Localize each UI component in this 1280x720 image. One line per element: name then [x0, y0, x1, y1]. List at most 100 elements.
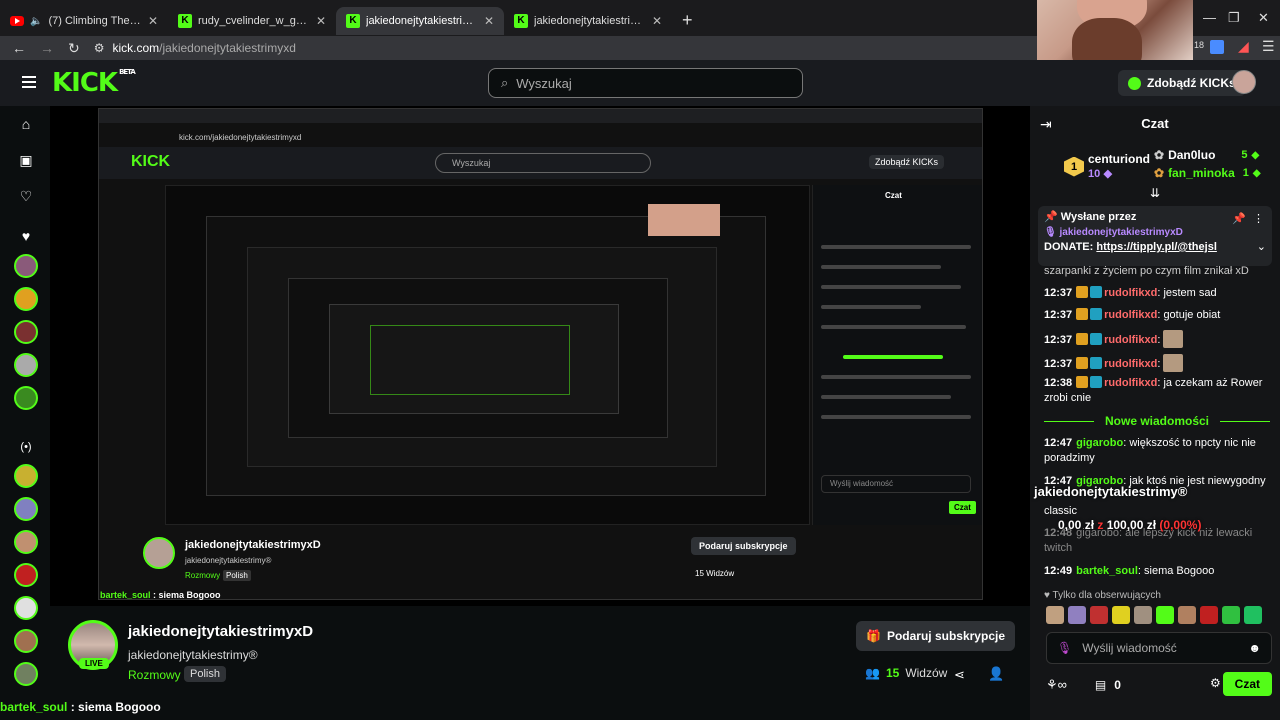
emote-button[interactable] [1112, 606, 1130, 624]
settings-icon[interactable]: ⚙ [1210, 676, 1221, 690]
back-icon[interactable]: ← [12, 40, 26, 56]
leader-name: Dan0luo [1168, 148, 1216, 162]
recommended-channel-avatar[interactable] [14, 530, 38, 554]
nested-chat-line [821, 245, 971, 249]
kicks-points-icon[interactable]: ⚘∞ [1046, 677, 1067, 693]
emote-button[interactable] [1068, 606, 1086, 624]
gift-label: Podaruj subskrypcje [886, 629, 1005, 643]
goal-amount: 0,00 zł [1058, 518, 1095, 532]
minimize-icon[interactable]: — [1203, 10, 1216, 25]
expand-leaderboard-icon[interactable]: ⇊ [1150, 186, 1160, 200]
nested-bottom-chat: bartek_soul : siema Bogooo [100, 590, 221, 600]
mic-icon[interactable]: 🎙 [1057, 641, 1072, 655]
msg-user[interactable]: rudolfikxd [1104, 377, 1157, 389]
get-kicks-button[interactable]: Zdobądź KICKs [1118, 70, 1246, 96]
url-field[interactable]: ⚙ kick.com/jakiedonejtytakiestrimyxd [94, 41, 296, 55]
recommended-channel-avatar[interactable] [14, 497, 38, 521]
nested-video-4 [288, 278, 668, 438]
search-input[interactable]: ⌕ Wyszukaj [488, 68, 803, 98]
browser-menu-icon[interactable]: ☰ [1262, 38, 1275, 55]
emote-button[interactable] [1134, 606, 1152, 624]
followed-channel-avatar[interactable] [14, 254, 38, 278]
streamer-name[interactable]: jakiedonejtytakiestrimyxD [128, 623, 313, 640]
recommended-channel-avatar[interactable] [14, 629, 38, 653]
speaker-icon[interactable]: 🔈 [30, 16, 42, 27]
pinned-link[interactable]: https://tipply.pl/@thejsl [1096, 241, 1217, 253]
recommended-channel-avatar[interactable] [14, 662, 38, 686]
gift-subscriptions-button[interactable]: 🎁 Podaruj subskrypcje [856, 621, 1015, 651]
chat-message-input[interactable]: 🎙 Wyślij wiadomość ☻ [1046, 632, 1272, 664]
emote-button[interactable] [1156, 606, 1174, 624]
close-icon[interactable]: ✕ [652, 14, 662, 28]
pinned-author-name: jakiedonejtytakiestrimyxD [1059, 227, 1183, 238]
user-avatar[interactable] [1232, 70, 1256, 94]
followed-channel-avatar[interactable] [14, 287, 38, 311]
forward-icon[interactable]: → [40, 40, 54, 56]
unpin-icon[interactable]: 📌 [1232, 212, 1246, 225]
hamburger-menu-icon[interactable] [22, 76, 36, 88]
category-link[interactable]: Rozmowy [128, 668, 181, 682]
close-icon[interactable]: ✕ [484, 14, 494, 28]
pin-icon: 📌 [1044, 211, 1058, 223]
site-info-icon[interactable]: ⚙ [94, 41, 105, 55]
emote-image [1163, 354, 1184, 372]
leader-value: 5 [1241, 149, 1248, 161]
emote-button[interactable] [1090, 606, 1108, 624]
reload-icon[interactable]: ↻ [68, 40, 80, 57]
live-badge: LIVE [79, 658, 109, 669]
close-icon[interactable]: ✕ [148, 14, 158, 28]
browser-tab-clips[interactable]: K jakiedonejtytakiestrimyxD Clips ✕ [504, 7, 672, 35]
close-window-icon[interactable]: ✕ [1258, 10, 1269, 26]
crown-badge-icon [1076, 376, 1089, 388]
nested-webcam [648, 204, 720, 236]
msg-user[interactable]: rudolfikxd [1104, 358, 1157, 370]
language-tag[interactable]: Polish [184, 666, 226, 682]
more-options-icon[interactable]: ⋮ [1253, 212, 1264, 225]
msg-time: 12:37 [1044, 334, 1073, 346]
browse-icon[interactable]: ▣ [18, 152, 34, 168]
gift-box-icon[interactable]: ▤ [1095, 678, 1106, 692]
recommended-channel-avatar[interactable] [14, 464, 38, 488]
collapse-chat-icon[interactable]: ⇥ [1040, 116, 1052, 133]
emote-button[interactable] [1046, 606, 1064, 624]
maximize-icon[interactable]: ❐ [1228, 10, 1240, 26]
send-chat-button[interactable]: Czat [1222, 672, 1272, 696]
stream-video[interactable]: kick.com/jakiedonejtytakiestrimyxd KICK … [50, 106, 1030, 606]
msg-user[interactable]: rudolfikxd [1104, 309, 1157, 321]
share-icon[interactable]: ⋖ [954, 667, 965, 683]
emoji-icon[interactable]: ☻ [1248, 641, 1261, 655]
home-icon[interactable]: ⌂ [18, 116, 34, 132]
kick-icon: K [178, 14, 192, 28]
emote-button[interactable] [1200, 606, 1218, 624]
msg-user[interactable]: gigarobo [1076, 437, 1123, 449]
extension-icon[interactable] [1210, 40, 1224, 54]
msg-user[interactable]: rudolfikxd [1104, 287, 1157, 299]
followed-channel-avatar[interactable] [14, 353, 38, 377]
msg-user[interactable]: bartek_soul [1076, 565, 1138, 577]
close-icon[interactable]: ✕ [316, 14, 326, 28]
viewer-count: 👥 15 Widzów [865, 666, 947, 680]
nested-bottom-user: bartek_soul [100, 590, 151, 600]
emote-button[interactable] [1244, 606, 1262, 624]
pinned-text: DONATE: https://tipply.pl/@thejsl [1044, 241, 1266, 253]
new-tab-icon[interactable]: + [672, 10, 703, 31]
msg-user[interactable]: rudolfikxd [1104, 334, 1157, 346]
browser-tab-stream[interactable]: K jakiedonejtytakiestrimyxD Strea ✕ [336, 7, 504, 35]
emote-button[interactable] [1178, 606, 1196, 624]
kick-logo[interactable]: KICK BETA [52, 68, 136, 98]
following-icon[interactable]: ♡ [18, 188, 34, 204]
recommended-channel-avatar[interactable] [14, 563, 38, 587]
extension-icon-2[interactable]: ◢ [1238, 38, 1249, 55]
follow-user-icon[interactable]: 👤 [988, 666, 1004, 682]
browser-tab-rudy[interactable]: K rudy_cvelinder_w_goglach - Wa ✕ [168, 7, 336, 35]
nested-chat-line [821, 265, 941, 269]
followed-channel-avatar[interactable] [14, 320, 38, 344]
emote-button[interactable] [1222, 606, 1240, 624]
nested-bottom-text: : siema Bogooo [150, 590, 221, 600]
recommended-channel-avatar[interactable] [14, 596, 38, 620]
followed-channel-avatar[interactable] [14, 386, 38, 410]
followed-heart-icon: ♥ [21, 228, 31, 244]
browser-tab-youtube[interactable]: 🔈 (7) Climbing The Way Dow ✕ [0, 7, 168, 35]
chevron-down-icon[interactable]: ⌄ [1257, 240, 1266, 253]
logo-text: KICK [52, 68, 118, 98]
